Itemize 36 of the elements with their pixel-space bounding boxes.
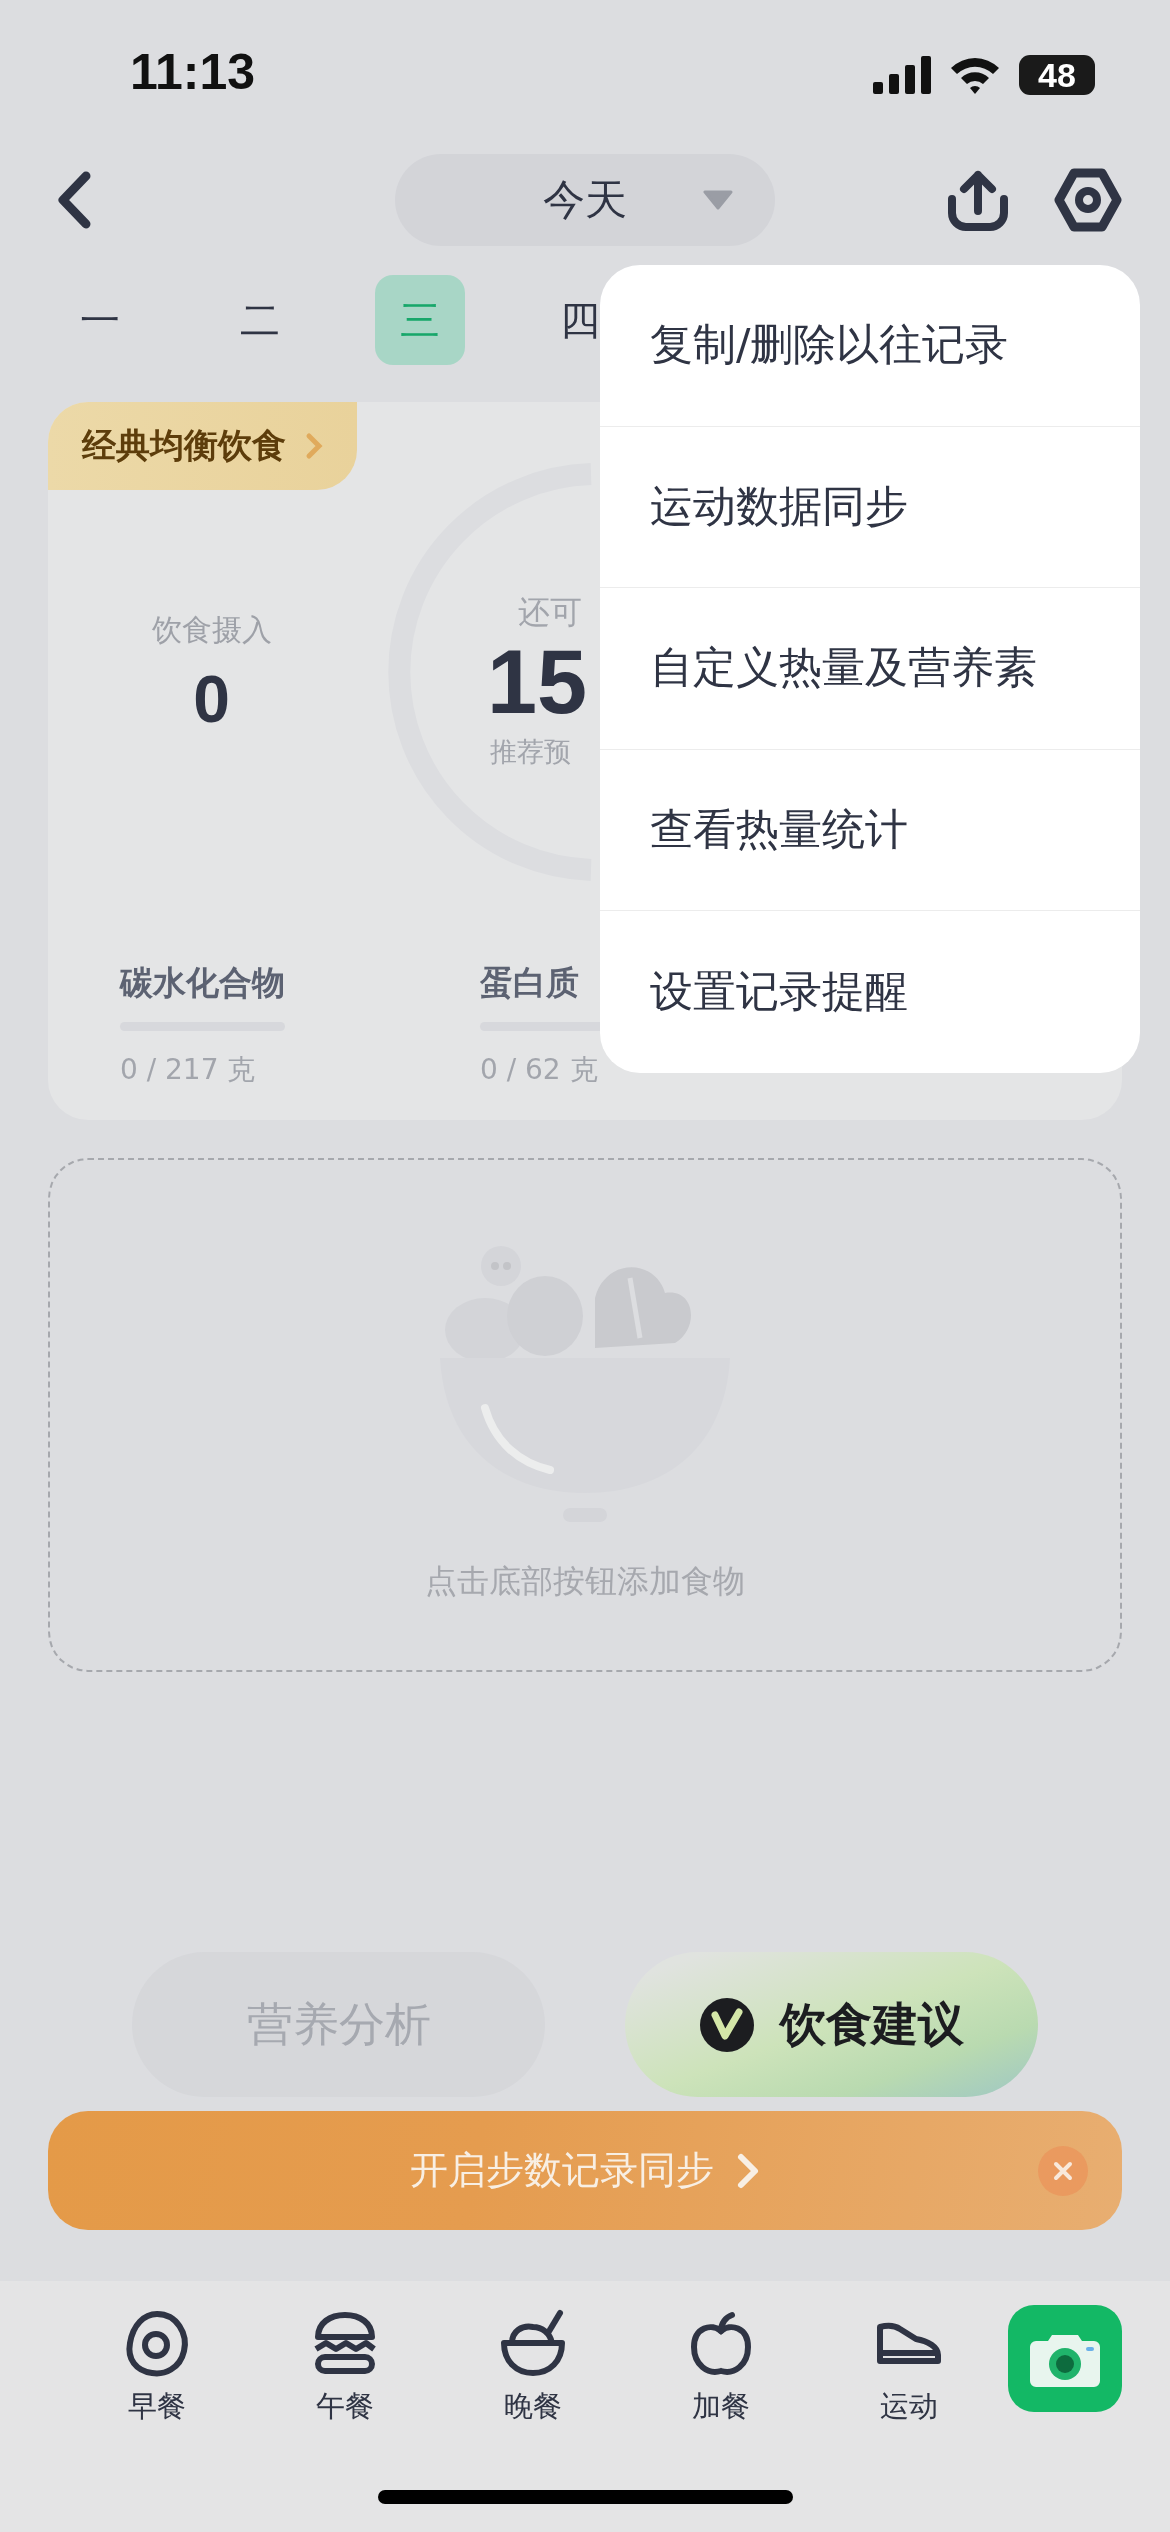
menu-item[interactable]: 查看热量统计 [600, 749, 1140, 911]
diet-plan-tag[interactable]: 经典均衡饮食 [48, 402, 357, 490]
weekday-tab[interactable]: 一 [55, 275, 145, 365]
diet-advice-button[interactable]: 饮食建议 [625, 1952, 1038, 2097]
budget-caption: 推荐预 [490, 734, 572, 769]
macro-name: 碳水化合物 [120, 962, 285, 1004]
dropdown-arrow-icon [703, 190, 733, 210]
leaf-logo-icon [699, 1997, 754, 2052]
menu-item[interactable]: 复制/删除以往记录 [600, 265, 1140, 427]
tab-item[interactable]: 运动 [836, 2309, 982, 2427]
tab-item[interactable]: 早餐 [84, 2309, 230, 2427]
macro-name: 蛋白质 [480, 962, 580, 1004]
chevron-icon [736, 2151, 760, 2190]
macro-amount: 0 / 62 克 [480, 1052, 599, 1088]
wifi-icon [949, 56, 1001, 94]
tab-item[interactable]: 午餐 [272, 2309, 418, 2427]
status-time: 11:13 [130, 43, 256, 101]
weekday-tab[interactable]: 二 [215, 275, 305, 365]
signal-icon [873, 56, 931, 94]
date-dropdown[interactable]: 今天 [395, 154, 775, 246]
menu-item[interactable]: 运动数据同步 [600, 426, 1140, 588]
settings-icon[interactable] [1054, 167, 1122, 233]
camera-button[interactable] [1008, 2305, 1122, 2412]
menu-item[interactable]: 自定义热量及营养素 [600, 588, 1140, 750]
menu-item[interactable]: 设置记录提醒 [600, 911, 1140, 1073]
remaining-value: 15 [487, 635, 588, 730]
intake-label: 饮食摄入 [151, 610, 272, 649]
macro-amount: 0 / 217 克 [120, 1052, 257, 1088]
remaining-label: 还可 [518, 592, 583, 633]
chevron-icon [304, 432, 324, 460]
tab-item[interactable]: 晚餐 [460, 2309, 606, 2427]
bowl-icon [498, 2309, 568, 2379]
tab-item[interactable]: 加餐 [648, 2309, 794, 2427]
back-icon[interactable] [56, 171, 92, 229]
battery-level: 48 [1038, 55, 1076, 95]
intake-value: 0 [193, 660, 230, 737]
